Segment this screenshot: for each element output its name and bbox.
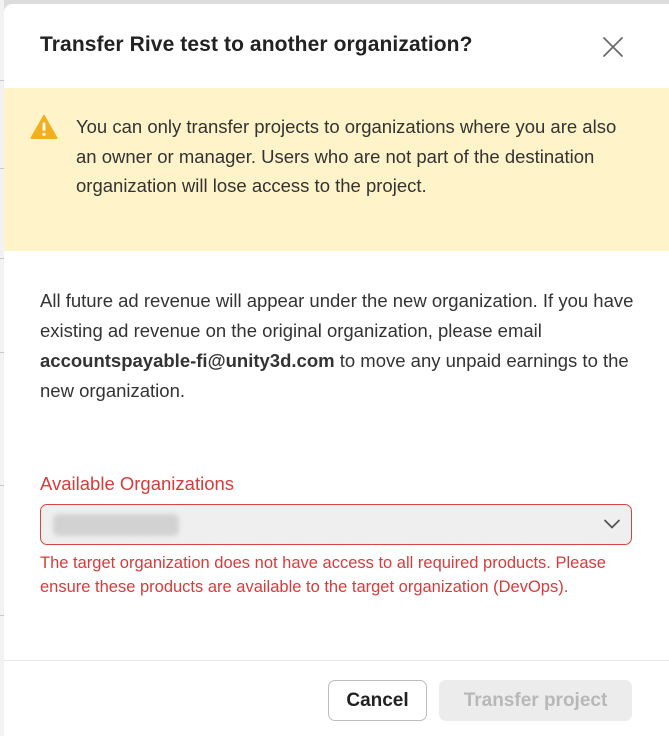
ad-revenue-notice: All future ad revenue will appear under … xyxy=(40,286,640,406)
transfer-project-dialog: Transfer Rive test to another organizati… xyxy=(4,4,669,736)
transfer-project-button: Transfer project xyxy=(439,680,632,721)
warning-triangle-icon xyxy=(30,115,58,139)
footer-divider xyxy=(4,660,669,661)
chevron-down-icon xyxy=(604,519,620,529)
selected-organization-value xyxy=(53,514,179,536)
organization-error-message: The target organization does not have ac… xyxy=(40,554,606,596)
cancel-button[interactable]: Cancel xyxy=(328,680,427,721)
dialog-header: Transfer Rive test to another organizati… xyxy=(4,4,669,88)
organization-select[interactable] xyxy=(40,504,632,545)
warning-text: You can only transfer projects to organi… xyxy=(76,116,617,196)
accounts-payable-email: accountspayable-fi@unity3d.com xyxy=(40,350,335,371)
notice-text-part1: All future ad revenue will appear under … xyxy=(40,290,634,341)
dialog-title: Transfer Rive test to another organizati… xyxy=(40,33,473,56)
close-button[interactable] xyxy=(600,34,626,60)
warning-banner: You can only transfer projects to organi… xyxy=(4,88,669,251)
available-organizations-label: Available Organizations xyxy=(40,473,235,494)
close-x-icon xyxy=(603,37,623,57)
